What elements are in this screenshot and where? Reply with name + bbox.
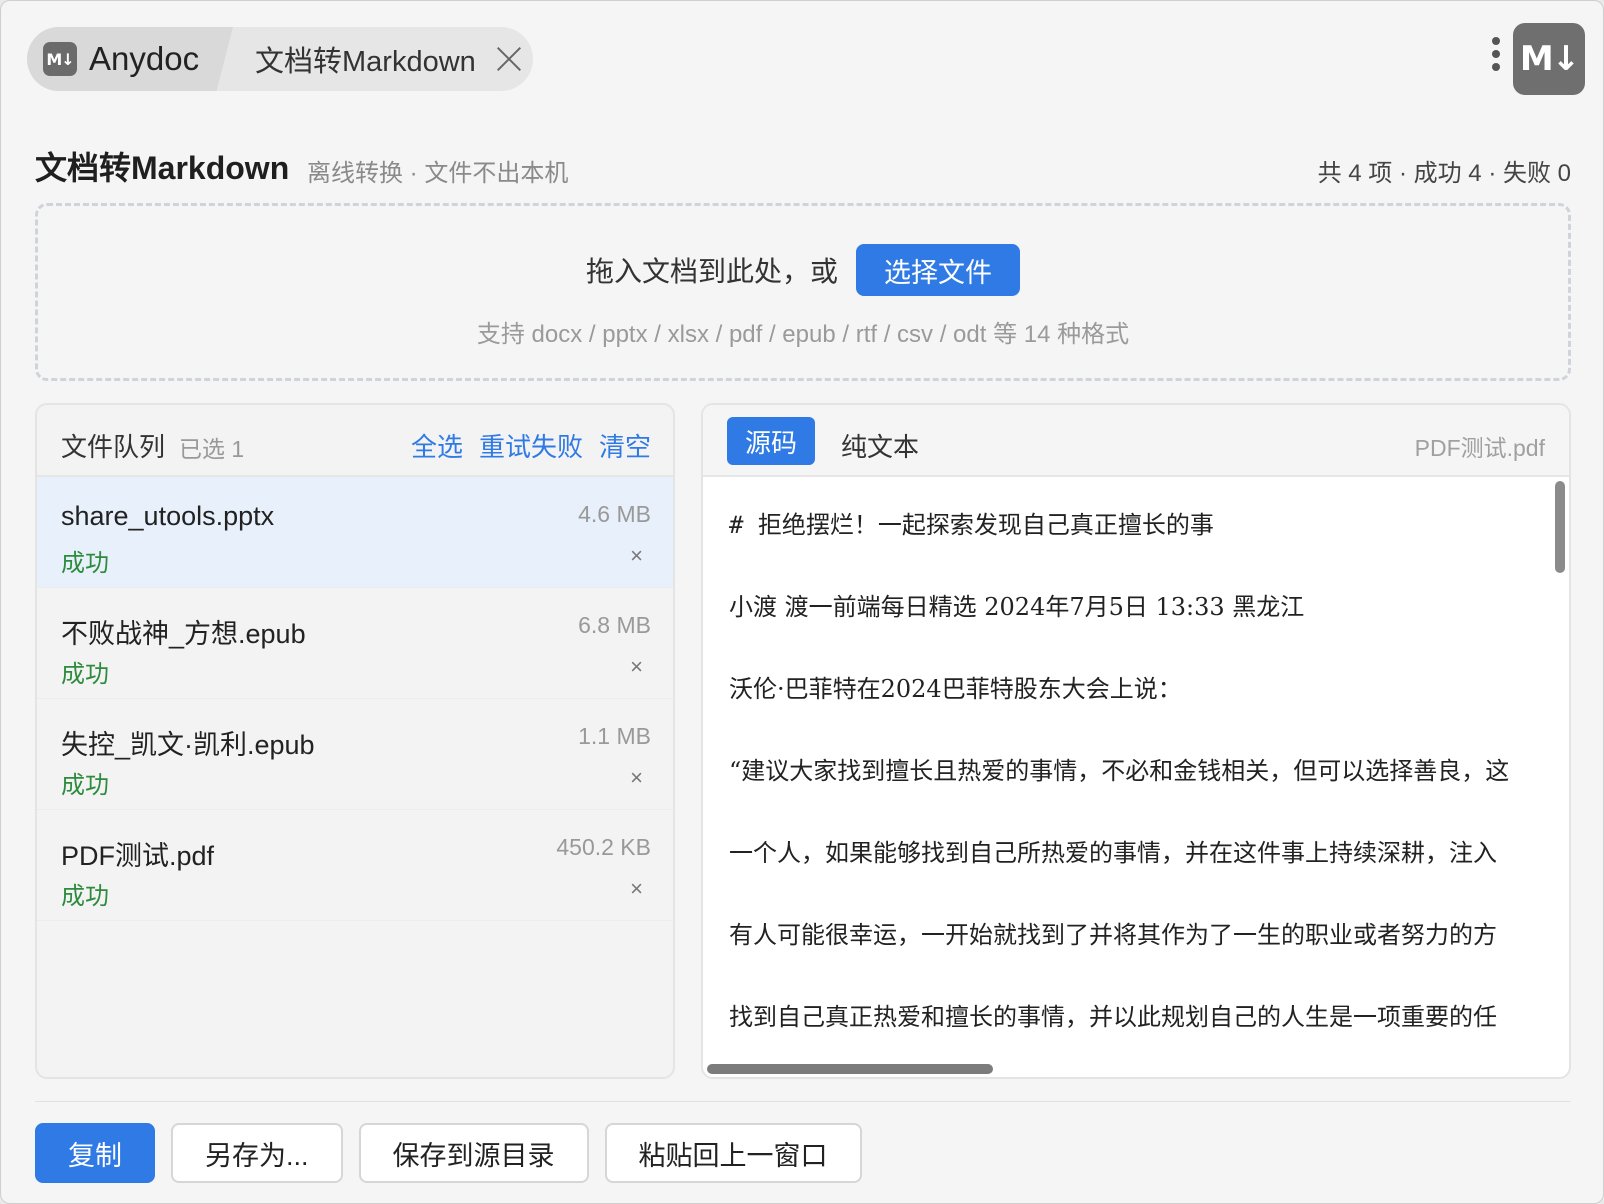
status-badge: 成功 bbox=[61, 661, 109, 688]
tab-document-to-markdown[interactable]: 文档转Markdown bbox=[233, 27, 522, 91]
file-queue-panel: 文件队列 已选 1 全选 重试失败 清空 share_utools.pptx 4… bbox=[35, 403, 675, 1079]
conversion-stats: 共 4 项 · 成功 4 · 失败 0 bbox=[1317, 160, 1571, 187]
page-subtitle: 离线转换 · 文件不出本机 bbox=[307, 160, 569, 187]
queue-selected-count: 已选 1 bbox=[179, 436, 245, 462]
action-bar: 复制 另存为... 保存到源目录 粘贴回上一窗口 bbox=[35, 1123, 862, 1183]
horizontal-scrollbar[interactable] bbox=[703, 1059, 1555, 1077]
app-tab[interactable]: M↓ Anydoc bbox=[27, 27, 233, 91]
queue-actions: 全选 重试失败 清空 bbox=[411, 427, 651, 464]
vertical-scrollbar[interactable] bbox=[1551, 477, 1569, 1063]
file-name: 不败战神_方想.epub bbox=[61, 619, 306, 649]
app-name: Anydoc bbox=[89, 40, 200, 77]
list-item[interactable]: 失控_凯文·凯利.epub 1.1 MB 成功 × bbox=[37, 699, 673, 810]
markdown-source-view[interactable]: # 拒绝摆烂！一起探索发现自己真正擅长的事 小渡 渡一前端每日精选 2024年7… bbox=[703, 477, 1555, 1063]
file-name: share_utools.pptx bbox=[61, 501, 275, 531]
markdown-line: 沃伦·巴菲特在2024巴菲特股东大会上说： bbox=[729, 675, 1182, 703]
tab-label: 文档转Markdown bbox=[255, 46, 476, 78]
file-size: 1.1 MB bbox=[578, 723, 651, 749]
status-badge: 成功 bbox=[61, 550, 109, 577]
markdown-logo-icon: M↓ bbox=[43, 42, 77, 76]
remove-icon[interactable]: × bbox=[630, 765, 643, 791]
tab-plain-text[interactable]: 纯文本 bbox=[841, 427, 919, 464]
drop-prompt-row: 拖入文档到此处，或 选择文件 bbox=[38, 244, 1568, 296]
copy-button[interactable]: 复制 bbox=[35, 1123, 155, 1183]
horizontal-scrollbar-thumb[interactable] bbox=[707, 1064, 993, 1074]
select-file-button[interactable]: 选择文件 bbox=[856, 244, 1020, 296]
tab-source[interactable]: 源码 bbox=[727, 417, 815, 465]
tab-strip: M↓ Anydoc 文档转Markdown bbox=[27, 27, 533, 91]
markdown-line: 找到自己真正热爱和擅长的事情，并以此规划自己的人生是一项重要的任 bbox=[729, 1003, 1497, 1031]
list-item[interactable]: PDF测试.pdf 450.2 KB 成功 × bbox=[37, 810, 673, 921]
save-as-button[interactable]: 另存为... bbox=[171, 1123, 343, 1183]
more-menu-icon[interactable] bbox=[1489, 37, 1503, 77]
clear-link[interactable]: 清空 bbox=[599, 427, 651, 464]
queue-title: 文件队列 bbox=[61, 432, 166, 462]
remove-icon[interactable]: × bbox=[630, 654, 643, 680]
queue-header: 文件队列 已选 1 全选 重试失败 清空 bbox=[37, 405, 673, 477]
file-name: PDF测试.pdf bbox=[61, 841, 215, 871]
remove-icon[interactable]: × bbox=[630, 543, 643, 569]
file-size: 450.2 KB bbox=[556, 834, 651, 860]
file-size: 4.6 MB bbox=[578, 501, 651, 527]
markdown-preview-panel: 源码 纯文本 PDF测试.pdf # 拒绝摆烂！一起探索发现自己真正擅长的事 小… bbox=[701, 403, 1571, 1079]
close-icon[interactable] bbox=[496, 46, 522, 72]
file-size: 6.8 MB bbox=[578, 612, 651, 638]
remove-icon[interactable]: × bbox=[630, 876, 643, 902]
status-badge: 成功 bbox=[61, 883, 109, 910]
list-item[interactable]: 不败战神_方想.epub 6.8 MB 成功 × bbox=[37, 588, 673, 699]
file-drop-zone[interactable]: 拖入文档到此处，或 选择文件 支持 docx / pptx / xlsx / p… bbox=[35, 203, 1571, 381]
footer-divider bbox=[35, 1101, 1571, 1102]
markdown-line: “建议大家找到擅长且热爱的事情，不必和金钱相关，但可以选择善良，这 bbox=[729, 757, 1510, 785]
save-to-source-button[interactable]: 保存到源目录 bbox=[358, 1123, 589, 1183]
markdown-line: 有人可能很幸运，一开始就找到了并将其作为了一生的职业或者努力的方 bbox=[729, 921, 1497, 949]
list-item[interactable]: share_utools.pptx 4.6 MB 成功 × bbox=[37, 477, 673, 588]
page-header: 文档转Markdown 离线转换 · 文件不出本机 共 4 项 · 成功 4 ·… bbox=[35, 141, 1571, 191]
queue-list: share_utools.pptx 4.6 MB 成功 × 不败战神_方想.ep… bbox=[37, 477, 673, 921]
markdown-badge-icon[interactable]: M↓ bbox=[1513, 23, 1585, 95]
vertical-scrollbar-thumb[interactable] bbox=[1555, 481, 1565, 573]
title-bar: M↓ Anydoc 文档转Markdown M↓ bbox=[1, 1, 1603, 121]
file-name: 失控_凯文·凯利.epub bbox=[61, 730, 315, 760]
preview-file-name: PDF测试.pdf bbox=[1414, 435, 1545, 461]
retry-failed-link[interactable]: 重试失败 bbox=[479, 427, 583, 464]
select-all-link[interactable]: 全选 bbox=[411, 427, 463, 464]
supported-formats: 支持 docx / pptx / xlsx / pdf / epub / rtf… bbox=[476, 321, 1130, 348]
app-window: M↓ Anydoc 文档转Markdown M↓ 文档转Markdown 离线转… bbox=[0, 0, 1604, 1204]
markdown-line: # 拒绝摆烂！一起探索发现自己真正擅长的事 bbox=[729, 511, 1214, 539]
markdown-line: 小渡 渡一前端每日精选 2024年7月5日 13:33 黑龙江 bbox=[729, 593, 1305, 621]
page-title: 文档转Markdown bbox=[35, 150, 290, 186]
drop-prompt: 拖入文档到此处，或 bbox=[585, 256, 838, 287]
markdown-line: 一个人，如果能够找到自己所热爱的事情，并在这件事上持续深耕，注入 bbox=[729, 839, 1497, 867]
status-badge: 成功 bbox=[61, 772, 109, 799]
paste-back-button[interactable]: 粘贴回上一窗口 bbox=[604, 1123, 862, 1183]
preview-header: 源码 纯文本 PDF测试.pdf bbox=[703, 405, 1569, 477]
